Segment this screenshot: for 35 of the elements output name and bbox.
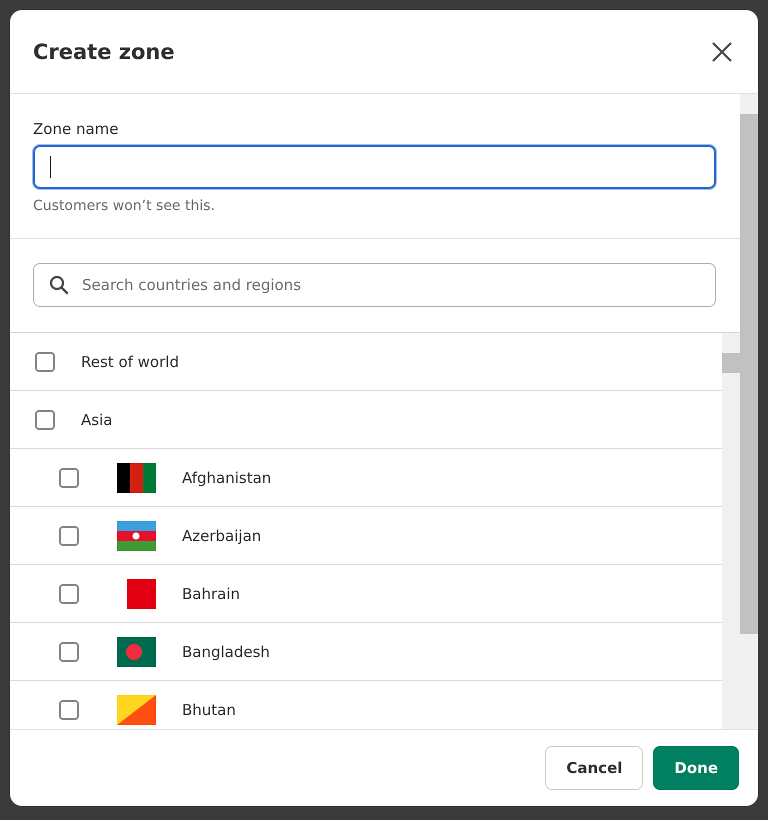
checkbox[interactable]	[35, 410, 55, 430]
field-label: Zone name	[33, 120, 120, 138]
help-text: Customers won’t see this.	[33, 198, 216, 214]
region-row[interactable]: Azerbaijan	[10, 507, 722, 565]
checkbox[interactable]	[35, 352, 55, 372]
region-name: Bangladesh	[182, 642, 270, 660]
region-name: Bahrain	[182, 584, 240, 602]
region-name: Bhutan	[182, 700, 236, 718]
region-row[interactable]: Bhutan	[10, 681, 722, 729]
region-row[interactable]: Bahrain	[10, 565, 722, 623]
flag-icon	[117, 462, 156, 492]
zone-name-field[interactable]	[33, 145, 716, 189]
scrollbar[interactable]	[740, 94, 758, 729]
done-button[interactable]: Done	[653, 746, 739, 790]
close-icon[interactable]	[711, 40, 733, 62]
dialog-title: Create zone	[33, 40, 175, 64]
region-name: Azerbaijan	[182, 526, 262, 544]
checkbox[interactable]	[59, 526, 79, 546]
search-field[interactable]: Search countries and regions	[33, 263, 716, 307]
scrollbar[interactable]	[722, 333, 740, 729]
region-row[interactable]: Afghanistan	[10, 449, 722, 507]
region-name: Afghanistan	[182, 468, 272, 486]
cancel-button[interactable]: Cancel	[545, 746, 644, 790]
flag-icon	[117, 636, 156, 666]
checkbox[interactable]	[59, 468, 79, 488]
region-row[interactable]: Bangladesh	[10, 623, 722, 681]
region-name: Asia	[81, 410, 112, 428]
checkbox[interactable]	[59, 642, 79, 662]
checkbox[interactable]	[59, 584, 79, 604]
flag-icon	[117, 694, 156, 724]
region-name: Rest of world	[81, 352, 179, 370]
flag-icon	[117, 520, 156, 550]
region-row[interactable]: Asia	[10, 391, 722, 449]
checkbox[interactable]	[59, 700, 79, 720]
region-row[interactable]: Rest of world	[10, 333, 722, 391]
